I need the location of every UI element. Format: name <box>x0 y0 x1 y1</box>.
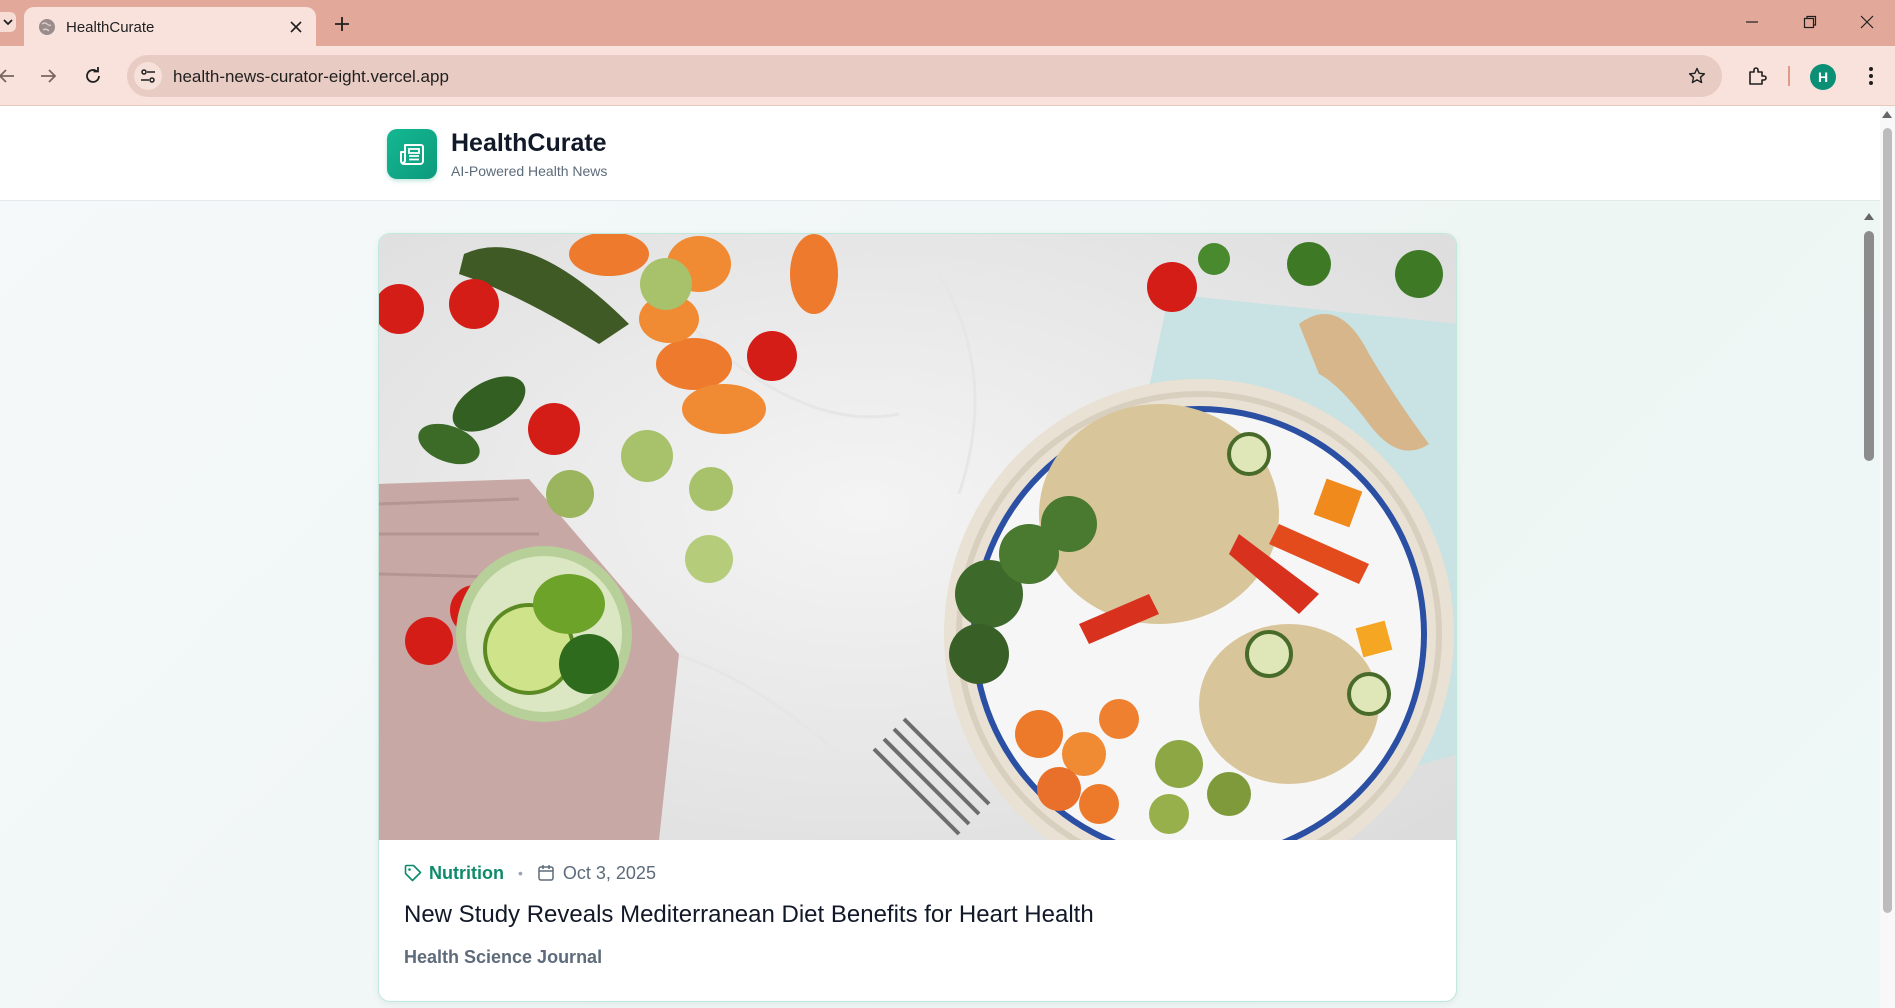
site-header: HealthCurate AI-Powered Health News <box>0 106 1880 201</box>
article-headline[interactable]: New Study Reveals Mediterranean Diet Ben… <box>404 901 1094 929</box>
restore-icon[interactable] <box>1792 8 1828 36</box>
browser-scrollbar-thumb[interactable] <box>1883 128 1892 913</box>
browser-scrollbar[interactable] <box>1880 106 1895 1008</box>
address-bar[interactable]: health-news-curator-eight.vercel.app <box>127 55 1722 97</box>
article-hero-image <box>379 234 1456 840</box>
article-source: Health Science Journal <box>404 947 603 967</box>
close-window-icon[interactable] <box>1849 8 1885 36</box>
brand-tagline: AI-Powered Health News <box>451 163 608 179</box>
category-label[interactable]: Nutrition <box>429 863 504 884</box>
calendar-icon <box>538 865 554 881</box>
minimize-icon[interactable] <box>1734 8 1770 36</box>
featured-article-card[interactable]: Nutrition • Oct 3, 2025 New Study Reveal… <box>378 233 1457 1002</box>
more-menu-icon[interactable] <box>1858 63 1884 89</box>
bookmark-star-icon[interactable] <box>1686 65 1708 87</box>
back-arrow-icon[interactable] <box>0 63 20 89</box>
tag-icon <box>404 864 422 882</box>
meta-separator: • <box>517 865 523 881</box>
forward-arrow-icon[interactable] <box>35 63 61 89</box>
browser-toolbar: health-news-curator-eight.vercel.app H <box>0 46 1895 106</box>
brand-name[interactable]: HealthCurate <box>451 129 607 158</box>
extensions-puzzle-icon[interactable] <box>1744 63 1770 89</box>
scroll-up-arrow-icon[interactable] <box>1864 213 1874 220</box>
close-tab-icon[interactable] <box>286 17 306 37</box>
page-scrollbar[interactable] <box>1858 206 1880 1008</box>
article-meta: Nutrition • Oct 3, 2025 <box>404 861 656 885</box>
browser-scroll-up-icon[interactable] <box>1882 111 1892 118</box>
newspaper-logo-icon[interactable] <box>387 129 437 179</box>
reload-icon[interactable] <box>80 63 106 89</box>
toolbar-divider <box>1788 66 1790 86</box>
browser-tab[interactable]: HealthCurate <box>24 7 316 46</box>
globe-icon <box>39 19 55 35</box>
article-date: Oct 3, 2025 <box>562 862 656 883</box>
page-viewport: HealthCurate AI-Powered Health News Nutr… <box>0 106 1880 1008</box>
tab-title: HealthCurate <box>66 19 155 36</box>
site-settings-icon[interactable] <box>134 62 162 90</box>
profile-avatar[interactable]: H <box>1810 64 1836 90</box>
page-scrollbar-thumb[interactable] <box>1864 231 1874 461</box>
new-tab-plus-icon[interactable] <box>329 11 355 37</box>
tab-search-chevron-icon[interactable] <box>0 12 16 32</box>
browser-tabstrip: HealthCurate <box>0 0 1895 46</box>
url-text[interactable]: health-news-curator-eight.vercel.app <box>173 67 449 87</box>
